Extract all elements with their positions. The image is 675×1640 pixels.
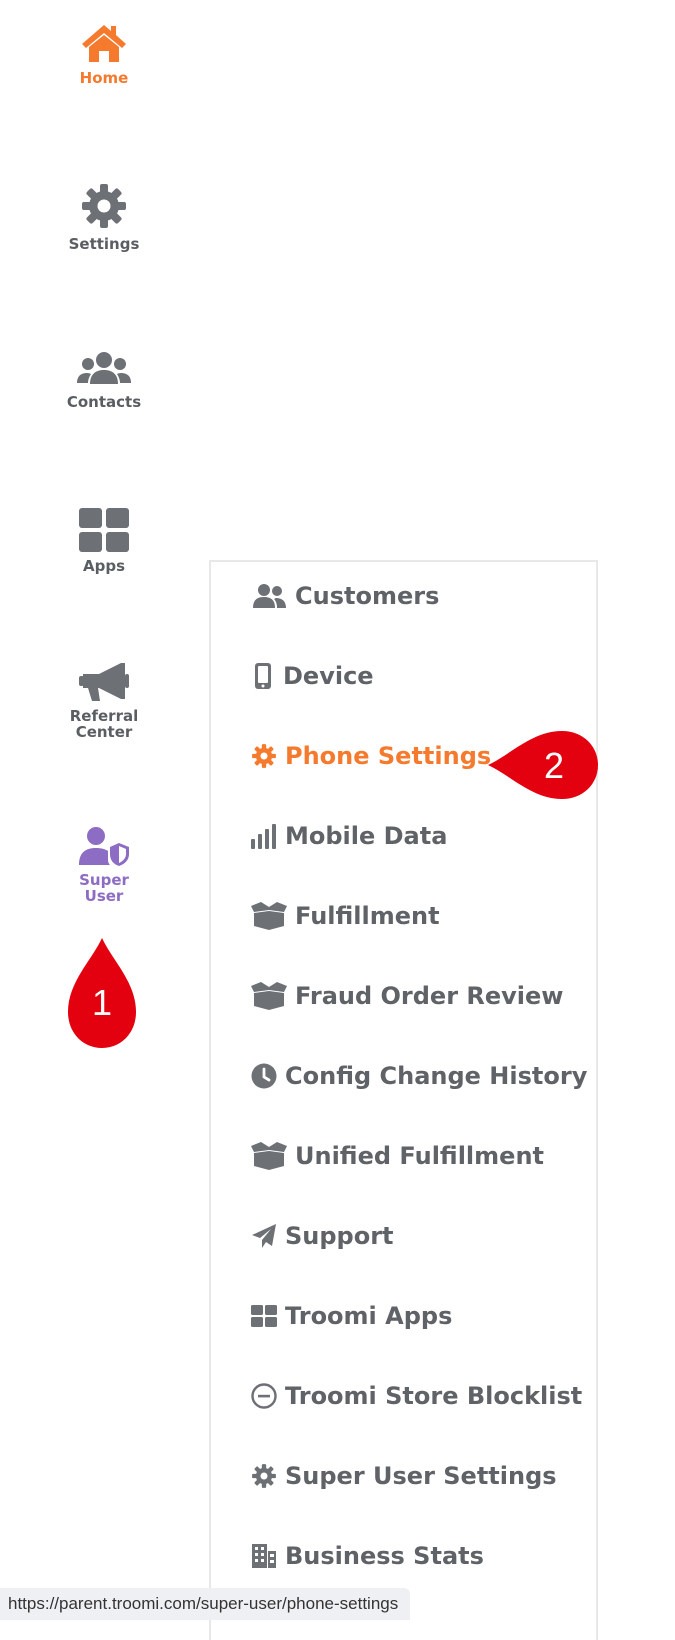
menu-item-phone-settings[interactable]: Phone Settings (251, 738, 491, 774)
megaphone-icon (79, 663, 129, 701)
users-icon (253, 584, 286, 608)
menu-label-device: Device (283, 662, 374, 690)
left-nav: Home Settings Contacts Apps Referral Cen… (0, 0, 200, 1620)
nav-label-contacts: Contacts (66, 393, 142, 411)
menu-label-super-user-settings: Super User Settings (285, 1462, 557, 1490)
nav-item-referral-center[interactable]: Referral Center (48, 660, 160, 740)
nav-item-settings[interactable]: Settings (48, 182, 160, 252)
menu-item-unified-fulfillment[interactable]: Unified Fulfillment (251, 1138, 544, 1174)
browser-status-bar: https://parent.troomi.com/super-user/pho… (0, 1588, 411, 1620)
status-url: https://parent.troomi.com/super-user/pho… (8, 1594, 399, 1613)
apps-grid-icon (79, 508, 129, 552)
menu-label-support: Support (285, 1222, 394, 1250)
nav-label-super-user: Super User (79, 871, 129, 905)
nav-label-home: Home (79, 69, 129, 87)
user-shield-icon (79, 827, 129, 866)
callout-marker-1-label: 1 (91, 982, 113, 1023)
menu-item-business-stats[interactable]: Business Stats (251, 1538, 484, 1574)
paper-plane-icon (252, 1224, 276, 1248)
menu-label-troomi-apps: Troomi Apps (285, 1302, 453, 1330)
minus-circle-icon (251, 1383, 277, 1409)
nav-item-apps[interactable]: Apps (48, 508, 160, 574)
menu-label-fulfillment: Fulfillment (295, 902, 440, 930)
gear-icon (252, 744, 276, 768)
menu-label-unified-fulfillment: Unified Fulfillment (295, 1142, 544, 1170)
menu-label-mobile-data: Mobile Data (285, 822, 448, 850)
gear-icon (82, 184, 126, 228)
home-icon (82, 25, 126, 62)
menu-item-customers[interactable]: Customers (251, 578, 439, 614)
menu-item-config-change-history[interactable]: Config Change History (251, 1058, 587, 1094)
nav-label-apps: Apps (82, 557, 125, 575)
menu-item-device[interactable]: Device (251, 658, 374, 694)
nav-item-super-user[interactable]: Super User (48, 826, 160, 904)
menu-label-business-stats: Business Stats (285, 1542, 484, 1570)
clock-icon (251, 1063, 277, 1089)
box-icon (251, 982, 287, 1010)
nav-label-settings: Settings (68, 235, 140, 253)
menu-item-super-user-settings[interactable]: Super User Settings (251, 1458, 557, 1494)
menu-item-fraud-order-review[interactable]: Fraud Order Review (251, 978, 563, 1014)
menu-item-mobile-data[interactable]: Mobile Data (251, 818, 447, 854)
menu-label-customers: Customers (295, 582, 440, 610)
nav-label-referral-center: Referral Center (69, 707, 139, 741)
building-icon (252, 1544, 276, 1568)
box-icon (251, 902, 287, 930)
users-icon (77, 352, 131, 384)
box-icon (251, 1142, 287, 1170)
menu-item-troomi-store-blocklist[interactable]: Troomi Store Blocklist (251, 1378, 582, 1414)
apps-grid-icon (251, 1305, 277, 1327)
menu-label-phone-settings: Phone Settings (285, 742, 492, 770)
menu-label-fraud-order-review: Fraud Order Review (295, 982, 564, 1010)
menu-label-config-change-history: Config Change History (285, 1062, 588, 1090)
menu-item-troomi-apps[interactable]: Troomi Apps (251, 1298, 452, 1334)
super-user-submenu: Customers Device Phone Settings Mobile D… (209, 560, 598, 1640)
menu-item-fulfillment[interactable]: Fulfillment (251, 898, 440, 934)
callout-marker-2-label: 2 (543, 745, 565, 786)
nav-item-contacts[interactable]: Contacts (48, 350, 160, 410)
signal-icon (251, 824, 276, 849)
mobile-icon (255, 663, 271, 689)
nav-item-home[interactable]: Home (48, 22, 160, 86)
menu-item-support[interactable]: Support (251, 1218, 394, 1254)
menu-label-troomi-store-blocklist: Troomi Store Blocklist (285, 1382, 583, 1410)
gear-icon (252, 1464, 276, 1488)
